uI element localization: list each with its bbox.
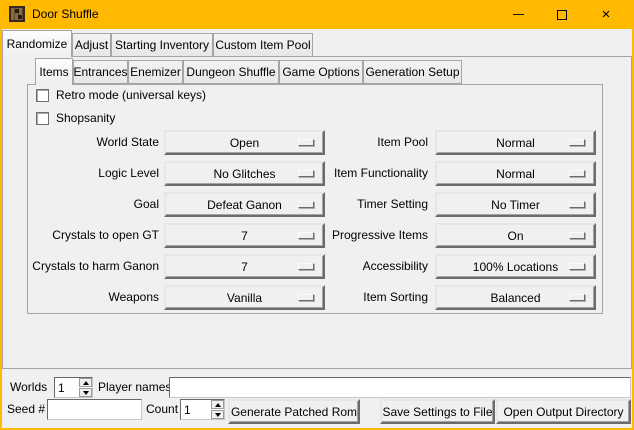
seed-label: Seed # [7, 399, 45, 420]
door-shuffle-window: Door Shuffle × Randomize Adjust Starting… [0, 0, 634, 430]
weapons-label: Weapons [27, 285, 159, 310]
dropdown-indicator-icon [569, 139, 585, 146]
count-spinner-buttons [211, 400, 224, 419]
minimize-button[interactable] [505, 0, 531, 29]
goal-label: Goal [27, 192, 159, 217]
minimize-icon [513, 14, 524, 15]
dropdown-value: On [507, 229, 523, 243]
worlds-spinner-up-button[interactable] [79, 378, 92, 387]
open-output-directory-button[interactable]: Open Output Directory [496, 399, 631, 424]
player-names-label: Player names [98, 377, 171, 398]
tab-label: Enemizer [130, 65, 181, 79]
accessibility-label: Accessibility [298, 254, 428, 279]
dropdown-indicator-icon [569, 201, 585, 208]
retro-mode-checkbox-row: Retro mode (universal keys) [36, 88, 206, 102]
crystals-open-gt-label: Crystals to open GT [27, 223, 159, 248]
tab-label: Entrances [73, 65, 127, 79]
count-spinner-up-button[interactable] [211, 400, 224, 409]
logic-level-label: Logic Level [27, 161, 159, 186]
progressive-items-label: Progressive Items [298, 223, 428, 248]
tab-adjust[interactable]: Adjust [72, 33, 111, 57]
dropdown-value: 100% Locations [473, 260, 558, 274]
tab-items[interactable]: Items [35, 58, 73, 85]
dropdown-value: Vanilla [227, 291, 262, 305]
seed-input[interactable] [47, 399, 142, 420]
count-spinner[interactable] [180, 399, 225, 420]
tab-label: Game Options [282, 65, 359, 79]
shopsanity-checkbox-row: Shopsanity [36, 111, 115, 125]
tab-dungeon-shuffle[interactable]: Dungeon Shuffle [183, 60, 279, 84]
tab-enemizer[interactable]: Enemizer [128, 60, 183, 84]
tab-label: Starting Inventory [115, 38, 209, 52]
dropdown-value: Normal [496, 167, 535, 181]
dropdown-value: No Timer [491, 198, 540, 212]
dropdown-indicator-icon [569, 232, 585, 239]
button-label: Generate Patched Rom [231, 405, 357, 419]
item-functionality-label: Item Functionality [298, 161, 428, 186]
app-door-icon [9, 6, 25, 22]
spinner-down-icon [215, 413, 221, 417]
tab-label: Custom Item Pool [215, 38, 310, 52]
window-title: Door Shuffle [32, 0, 99, 29]
maximize-icon [557, 10, 567, 20]
shopsanity-label: Shopsanity [56, 111, 115, 125]
tab-label: Items [39, 65, 68, 79]
progressive-items-dropdown[interactable]: On [435, 223, 596, 248]
titlebar[interactable]: Door Shuffle × [2, 0, 632, 29]
world-state-label: World State [27, 130, 159, 155]
timer-setting-dropdown[interactable]: No Timer [435, 192, 596, 217]
tab-label: Randomize [7, 37, 68, 51]
item-functionality-dropdown[interactable]: Normal [435, 161, 596, 186]
timer-setting-label: Timer Setting [298, 192, 428, 217]
retro-mode-checkbox[interactable] [36, 89, 49, 102]
dropdown-value: Normal [496, 136, 535, 150]
tab-game-options[interactable]: Game Options [279, 60, 363, 84]
button-label: Open Output Directory [503, 405, 623, 419]
worlds-spinner[interactable] [54, 377, 93, 398]
shopsanity-checkbox[interactable] [36, 112, 49, 125]
count-label: Count [146, 399, 178, 420]
save-settings-button[interactable]: Save Settings to File [380, 399, 495, 424]
accessibility-dropdown[interactable]: 100% Locations [435, 254, 596, 279]
button-label: Save Settings to File [382, 405, 492, 419]
spinner-up-icon [83, 381, 89, 385]
worlds-spinner-down-button[interactable] [79, 388, 92, 397]
tab-starting-inventory[interactable]: Starting Inventory [111, 33, 213, 57]
dropdown-value: 7 [241, 260, 248, 274]
count-spinner-down-button[interactable] [211, 410, 224, 419]
item-pool-label: Item Pool [298, 130, 428, 155]
item-sorting-dropdown[interactable]: Balanced [435, 285, 596, 310]
tab-custom-item-pool[interactable]: Custom Item Pool [213, 33, 313, 57]
close-icon: × [602, 7, 611, 22]
dropdown-value: Defeat Ganon [207, 198, 282, 212]
dropdown-value: Open [230, 136, 259, 150]
tab-entrances[interactable]: Entrances [73, 60, 128, 84]
dropdown-indicator-icon [569, 294, 585, 301]
worlds-spinner-buttons [79, 378, 92, 397]
retro-mode-label: Retro mode (universal keys) [56, 88, 206, 102]
tab-generation-setup[interactable]: Generation Setup [363, 60, 462, 84]
player-names-input[interactable] [169, 377, 631, 398]
maximize-button[interactable] [549, 0, 575, 29]
generate-patched-rom-button[interactable]: Generate Patched Rom [228, 399, 360, 424]
item-pool-dropdown[interactable]: Normal [435, 130, 596, 155]
close-button[interactable]: × [593, 0, 619, 29]
dropdown-value: No Glitches [213, 167, 275, 181]
spinner-down-icon [83, 391, 89, 395]
dropdown-indicator-icon [569, 170, 585, 177]
crystals-harm-ganon-label: Crystals to harm Ganon [27, 254, 159, 279]
dropdown-value: Balanced [490, 291, 540, 305]
tab-randomize[interactable]: Randomize [2, 30, 72, 57]
tab-label: Adjust [75, 38, 108, 52]
item-sorting-label: Item Sorting [298, 285, 428, 310]
dropdown-indicator-icon [569, 263, 585, 270]
dropdown-value: 7 [241, 229, 248, 243]
tab-label: Dungeon Shuffle [186, 65, 275, 79]
spinner-up-icon [215, 403, 221, 407]
worlds-label: Worlds [10, 377, 47, 398]
tab-label: Generation Setup [365, 65, 459, 79]
